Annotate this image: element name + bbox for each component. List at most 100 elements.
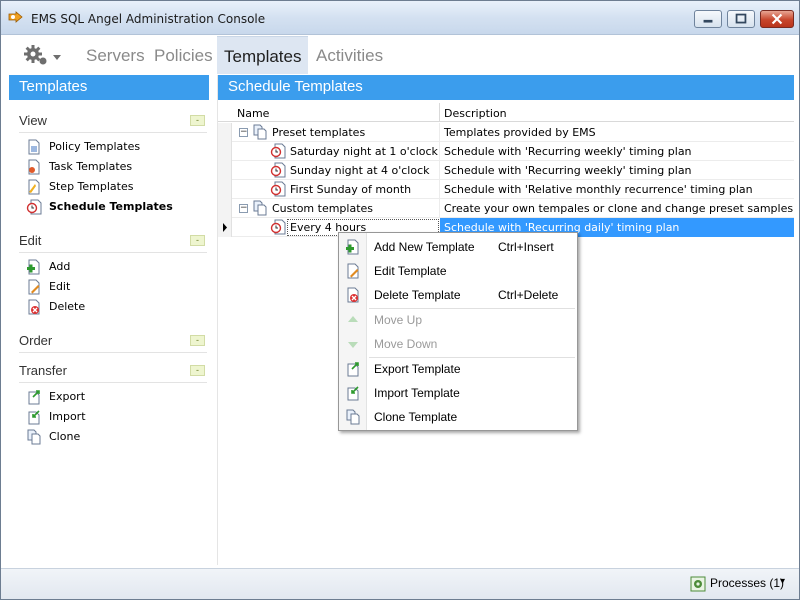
left-sidebar: Templates View - Policy Templates Task T…: [9, 75, 209, 565]
menu-item-edit-template[interactable]: Edit Template: [339, 259, 577, 283]
row-indicator: [218, 142, 232, 161]
view-section: View - Policy Templates Task Templates S…: [19, 111, 207, 217]
row-description: Create your own tempales or clone and ch…: [444, 202, 794, 215]
grid-header: Name Description: [218, 103, 794, 122]
edit-icon: [28, 279, 40, 295]
view-collapse-button[interactable]: -: [190, 115, 205, 126]
move-up-icon: [348, 316, 358, 322]
step-templates-icon: [28, 179, 40, 195]
minimize-button[interactable]: [694, 10, 722, 28]
sidebar-item-schedule-templates[interactable]: Schedule Templates: [19, 197, 207, 217]
row-description: Schedule with 'Relative monthly recurren…: [444, 183, 753, 196]
current-row-arrow-icon: [223, 223, 227, 232]
row-indicator: [218, 161, 232, 180]
row-description: Templates provided by EMS: [444, 126, 596, 139]
transfer-section: Transfer - Export Import Clone: [19, 361, 207, 447]
menu-item-move-up: Move Up: [339, 308, 577, 332]
column-header-description[interactable]: Description: [444, 107, 507, 120]
column-divider: [439, 142, 440, 161]
tab-templates[interactable]: Templates: [217, 36, 309, 74]
schedule-icon: [270, 143, 286, 159]
menu-item-delete-template[interactable]: Delete Template Ctrl+Delete: [339, 283, 577, 307]
transfer-section-title: Transfer -: [19, 361, 207, 383]
column-header-name[interactable]: Name: [237, 107, 269, 120]
order-collapse-button[interactable]: -: [190, 335, 205, 346]
export-icon: [28, 390, 40, 405]
menu-item-export-template[interactable]: Export Template: [339, 357, 577, 381]
row-indicator: [218, 199, 232, 218]
schedule-icon: [270, 162, 286, 178]
menu-item-clone-template[interactable]: Clone Template: [339, 405, 577, 429]
schedule-icon: [270, 219, 286, 235]
row-name: First Sunday of month: [290, 183, 412, 196]
settings-gear-icon[interactable]: [21, 44, 65, 68]
table-row[interactable]: Saturday night at 1 o'clock Schedule wit…: [218, 142, 794, 161]
import-template-icon: [347, 386, 359, 401]
row-description: Schedule with 'Recurring weekly' timing …: [444, 145, 692, 158]
maximize-button[interactable]: [727, 10, 755, 28]
row-name: Sunday night at 4 o'clock: [290, 164, 430, 177]
add-template-icon: [346, 239, 359, 255]
column-divider: [439, 161, 440, 180]
template-folder-icon: [253, 200, 267, 216]
menu-item-move-down: Move Down: [339, 332, 577, 356]
title-bar[interactable]: EMS SQL Angel Administration Console: [1, 1, 799, 35]
export-template-icon: [347, 362, 359, 377]
order-section: Order -: [19, 331, 207, 353]
sidebar-item-export[interactable]: Export: [19, 387, 207, 407]
row-name: Preset templates: [272, 126, 366, 139]
window-title: EMS SQL Angel Administration Console: [31, 12, 266, 26]
move-down-icon: [348, 342, 358, 348]
row-indicator: [218, 218, 232, 237]
schedule-templates-icon: [26, 199, 42, 215]
delete-icon: [28, 299, 40, 315]
row-description: Schedule with 'Recurring weekly' timing …: [444, 164, 692, 177]
import-icon: [28, 410, 40, 425]
template-folder-icon: [253, 124, 267, 140]
sidebar-item-task-templates[interactable]: Task Templates: [19, 157, 207, 177]
collapse-toggle[interactable]: −: [239, 204, 248, 213]
table-row[interactable]: First Sunday of month Schedule with 'Rel…: [218, 180, 794, 199]
sidebar-item-add[interactable]: Add: [19, 257, 207, 277]
sidebar-item-policy-templates[interactable]: Policy Templates: [19, 137, 207, 157]
sidebar-item-edit[interactable]: Edit: [19, 277, 207, 297]
menu-item-import-template[interactable]: Import Template: [339, 381, 577, 405]
column-divider: [439, 180, 440, 199]
row-name: Saturday night at 1 o'clock: [290, 145, 438, 158]
row-indicator: [218, 180, 232, 199]
shortcut-label: Ctrl+Delete: [498, 288, 559, 302]
main-panel-title: Schedule Templates: [218, 75, 794, 100]
tab-servers[interactable]: Servers: [86, 46, 145, 66]
table-row[interactable]: Sunday night at 4 o'clock Schedule with …: [218, 161, 794, 180]
column-divider: [439, 123, 440, 142]
edit-collapse-button[interactable]: -: [190, 235, 205, 246]
clone-template-icon: [346, 409, 360, 425]
table-row[interactable]: − Custom templates Create your own tempa…: [218, 199, 794, 218]
table-row[interactable]: − Preset templates Templates provided by…: [218, 123, 794, 142]
processes-label: Processes (1): [710, 576, 785, 590]
sidebar-item-clone[interactable]: Clone: [19, 427, 207, 447]
sidebar-item-import[interactable]: Import: [19, 407, 207, 427]
column-divider: [439, 103, 440, 122]
sidebar-item-delete[interactable]: Delete: [19, 297, 207, 317]
collapse-toggle[interactable]: −: [239, 128, 248, 137]
shortcut-label: Ctrl+Insert: [498, 240, 554, 254]
delete-template-icon: [347, 287, 359, 303]
processes-button[interactable]: Processes (1) ▾: [690, 573, 790, 595]
task-templates-icon: [28, 159, 40, 175]
order-section-title: Order -: [19, 331, 207, 353]
row-indicator: [218, 123, 232, 142]
policy-templates-icon: [28, 139, 40, 155]
clone-icon: [27, 429, 41, 445]
status-bar: Processes (1) ▾: [1, 568, 799, 599]
menu-item-add-new-template[interactable]: Add New Template Ctrl+Insert: [339, 235, 577, 259]
transfer-collapse-button[interactable]: -: [190, 365, 205, 376]
app-window: EMS SQL Angel Administration Console Ser…: [0, 0, 800, 600]
tab-activities[interactable]: Activities: [316, 46, 383, 66]
sidebar-item-step-templates[interactable]: Step Templates: [19, 177, 207, 197]
close-button[interactable]: [760, 10, 794, 28]
edit-section-title: Edit -: [19, 231, 207, 253]
tab-policies[interactable]: Policies: [154, 46, 213, 66]
app-logo-icon: [8, 11, 23, 23]
row-name: Custom templates: [272, 202, 374, 215]
